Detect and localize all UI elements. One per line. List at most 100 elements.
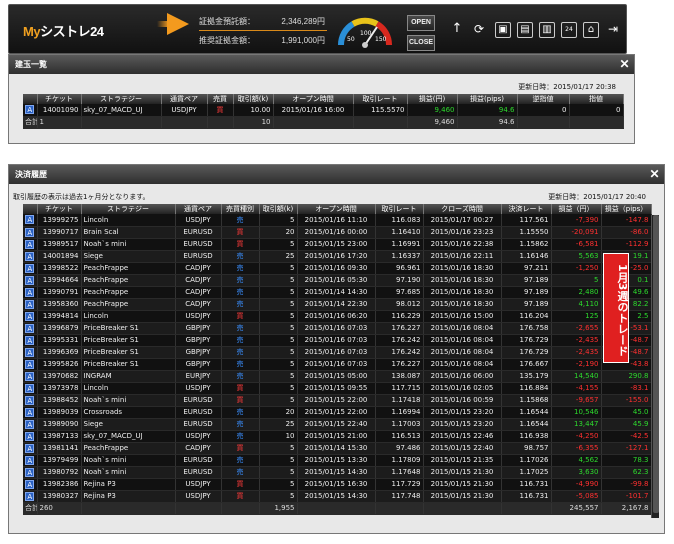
column-header[interactable]: 損益(円) (407, 94, 458, 104)
column-header[interactable]: オープン時間 (297, 204, 376, 214)
column-header[interactable]: クローズ時間 (423, 204, 502, 214)
column-header[interactable]: ストラテジー (81, 204, 176, 214)
column-header[interactable]: 損益（pips） (601, 204, 652, 214)
row-icon-cell: A (23, 298, 38, 311)
column-header[interactable]: 取引額(k) (233, 94, 274, 104)
column-header[interactable]: オープン時間 (273, 94, 354, 104)
table-row[interactable]: A 13958360 PeachFrappe CADJPY 売 5 2015/01/14 2… (23, 298, 652, 311)
amount-cell: 5 (259, 370, 298, 383)
table-row[interactable]: A 13994814 Lincoln USDJPY 買 5 2015/01/16 06:20… (23, 310, 652, 323)
table-row[interactable]: A 13970682 INGRAM EURJPY 売 5 2015/01/15 05:00 1… (23, 370, 652, 383)
column-header[interactable]: 指値 (569, 94, 624, 104)
column-header[interactable]: 通貨ペア (161, 94, 208, 104)
history-note: 取引履歴の表示は過去1ヶ月分となります。 (13, 193, 150, 201)
scroll-thumb[interactable] (653, 215, 659, 513)
book-icon[interactable]: ▤ (517, 22, 533, 38)
table-row[interactable]: A 13980792 Noah`s mini EURUSD 売 5 2015/01/15 1… (23, 466, 652, 479)
table-row[interactable]: A 13998522 PeachFrappe CADJPY 売 5 2015/01/16 0… (23, 262, 652, 275)
column-header[interactable]: 売買種別 (221, 204, 260, 214)
amount-cell: 25 (259, 250, 298, 263)
total-pnl: 9,460 (407, 116, 458, 129)
column-header[interactable]: 売買 (207, 94, 234, 104)
amount-cell: 5 (259, 322, 298, 335)
top-bar: Myシストレ24 証拠金預託額： 2,346,289円 推奨証拠金額： 1,991,… (8, 4, 627, 54)
table-row[interactable]: A 13987133 sky_07_MACD_UJ USDJPY 売 10 2015/01/… (23, 430, 652, 443)
close-icon[interactable]: ✕ (647, 167, 662, 182)
empty-cell (207, 116, 234, 129)
icon-column-header (23, 94, 38, 104)
table-row[interactable]: A 13989517 Noah`s mini EURUSD 買 5 2015/01/15 2… (23, 238, 652, 251)
column-header[interactable]: ストラテジー (81, 94, 162, 104)
row-icon-cell: A (23, 286, 38, 299)
account-icon: A (25, 419, 35, 429)
home-icon[interactable]: ⌂ (583, 22, 599, 38)
ticket-cell: 14001090 (37, 104, 82, 117)
panels-icon[interactable]: ▥ (539, 22, 555, 38)
table-row[interactable]: A 13989090 Siege EURUSD 売 25 2015/01/15 22:40 1… (23, 418, 652, 431)
table-row[interactable]: A 14001894 Siege EURUSD 売 25 2015/01/16 17:20 1… (23, 250, 652, 263)
rate-cell: 116.229 (375, 310, 424, 323)
column-header[interactable]: 通貨ペア (175, 204, 222, 214)
ticket-cell: 13980327 (37, 490, 82, 503)
close-icon[interactable]: ✕ (617, 57, 632, 72)
refresh-icon[interactable]: ⟳ (471, 22, 487, 38)
table-row[interactable]: A 14001090 sky_07_MACD_UJ USDJPY 買 10.00 2015/… (23, 104, 624, 117)
table-row[interactable]: A 13990717 Brain Scal EURUSD 買 20 2015/01/16 0… (23, 226, 652, 239)
logout-icon[interactable]: ⇥ (605, 22, 621, 38)
table-row[interactable]: A 13979499 Noah`s mini EURUSD 売 5 2015/01/15 1… (23, 454, 652, 467)
24-hour-icon[interactable]: 24 (561, 22, 577, 38)
table-row[interactable]: A 13994664 PeachFrappe CADJPY 売 5 2015/01/16 0… (23, 274, 652, 287)
pair-cell: EURUSD (175, 250, 222, 263)
column-header[interactable]: 損益(pips) (457, 94, 518, 104)
history-panel: 決済履歴 ✕ 取引履歴の表示は過去1ヶ月分となります。 更新日時：2015/01/… (8, 164, 665, 534)
column-header[interactable]: 取引レート (375, 204, 424, 214)
amount-cell: 5 (259, 466, 298, 479)
column-header[interactable]: 取引レート (353, 94, 408, 104)
strategy-cell: Rejina P3 (81, 490, 176, 503)
table-row[interactable]: A 13981141 PeachFrappe CADJPY 買 5 2015/01/14 1… (23, 442, 652, 455)
history-scrollbar[interactable] (651, 215, 659, 518)
column-header[interactable]: 取引額(k) (259, 204, 298, 214)
pair-cell: GBPJPY (175, 358, 222, 371)
table-row[interactable]: A 13973978 Lincoln USDJPY 買 5 2015/01/15 09:55… (23, 382, 652, 395)
strategy-cell: Noah`s mini (81, 394, 176, 407)
column-header[interactable]: 逆指値 (517, 94, 570, 104)
column-header[interactable]: 決済レート (501, 204, 552, 214)
close-rate-cell: 1.16544 (501, 418, 552, 431)
portrait-icon[interactable]: ▣ (495, 22, 511, 38)
close-time-cell: 2015/01/16 08:04 (423, 334, 502, 347)
close-rate-cell: 116.884 (501, 382, 552, 395)
empty-cell (353, 116, 408, 129)
pnl-cell: -2,435 (551, 346, 602, 359)
total-label: 合計 (23, 502, 38, 515)
table-row[interactable]: A 13996369 PriceBreaker S1 GBPJPY 売 5 2015/01/… (23, 346, 652, 359)
table-row[interactable]: A 13982386 Rejina P3 USDJPY 買 5 2015/01/15 16:… (23, 478, 652, 491)
table-row[interactable]: A 13990791 PeachFrappe CADJPY 売 5 2015/01/14 1… (23, 286, 652, 299)
column-header[interactable]: チケット (37, 204, 82, 214)
column-header[interactable]: 損益（円） (551, 204, 602, 214)
strategy-cell: Noah`s mini (81, 454, 176, 467)
arrow-up-icon[interactable]: ↑ (449, 22, 465, 38)
table-row[interactable]: A 13999275 Lincoln USDJPY 売 5 2015/01/16 11:10… (23, 214, 652, 227)
table-row[interactable]: A 13995331 PriceBreaker S1 GBPJPY 売 5 2015/01/… (23, 334, 652, 347)
row-icon-cell: A (23, 430, 38, 443)
amount-cell: 10.00 (233, 104, 274, 117)
table-row[interactable]: A 13988452 Noah`s mini EURUSD 買 5 2015/01/15 2… (23, 394, 652, 407)
table-row[interactable]: A 13980327 Rejina P3 USDJPY 買 5 2015/01/15 14:… (23, 490, 652, 503)
close-rate-cell: 1.17026 (501, 454, 552, 467)
rate-cell: 1.17003 (375, 418, 424, 431)
side-cell: 売 (221, 346, 260, 359)
pair-cell: EURUSD (175, 418, 222, 431)
pips-cell: -86.0 (601, 226, 652, 239)
table-row[interactable]: A 13989039 Crossroads EURUSD 売 20 2015/01/15 2… (23, 406, 652, 419)
table-row[interactable]: A 13995826 PriceBreaker S1 GBPJPY 売 5 2015/01/… (23, 358, 652, 371)
close-button[interactable]: CLOSE (407, 35, 435, 51)
pair-cell: USDJPY (175, 310, 222, 323)
rate-cell: 96.961 (375, 262, 424, 275)
table-row[interactable]: A 13996879 PriceBreaker S1 GBPJPY 売 5 2015/01/… (23, 322, 652, 335)
open-button[interactable]: OPEN (407, 15, 435, 31)
pnl-cell: -4,155 (551, 382, 602, 395)
column-header[interactable]: チケット (37, 94, 82, 104)
rate-cell: 176.227 (375, 322, 424, 335)
open-time-cell: 2015/01/15 05:00 (297, 370, 376, 383)
